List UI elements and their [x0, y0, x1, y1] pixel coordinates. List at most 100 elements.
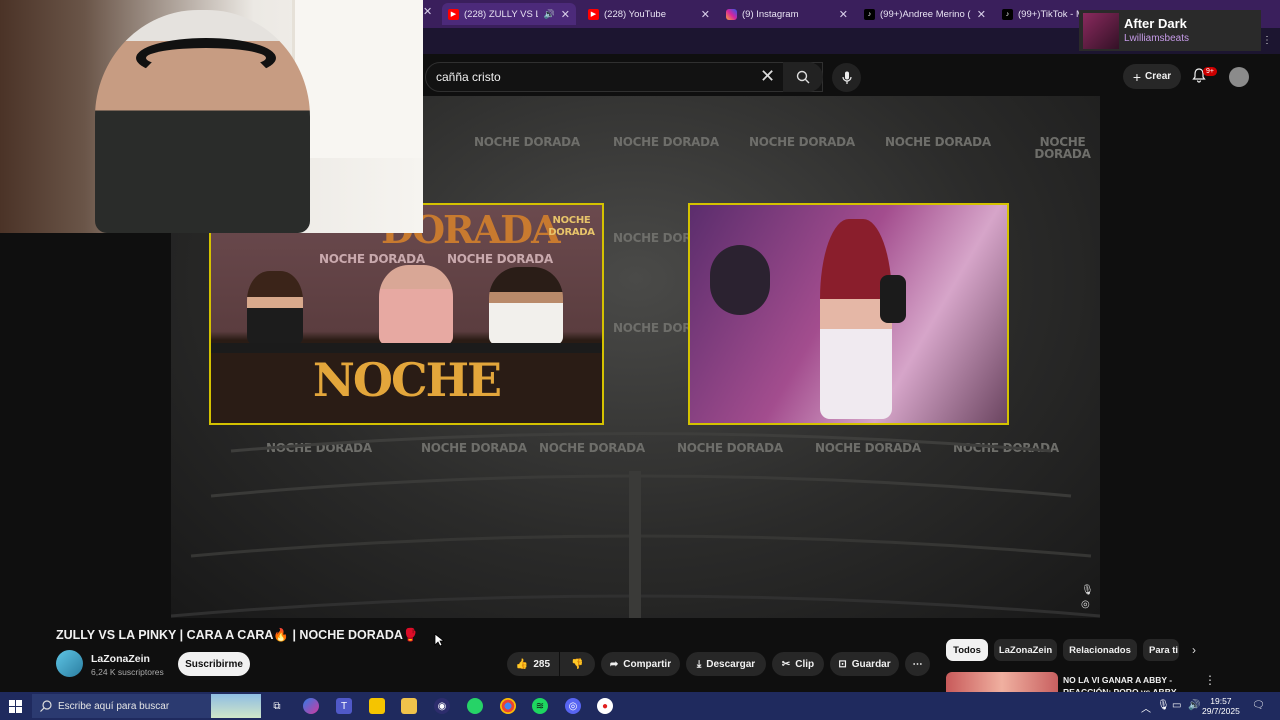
share-label: Compartir — [623, 658, 672, 670]
discord-icon[interactable]: ◎ — [565, 698, 581, 714]
search-button[interactable] — [783, 62, 823, 92]
tab-tiktok-mat[interactable]: ♪ (99+)TikTok - Mat — [996, 3, 1086, 25]
noche-dorada-logo: NOCHE DORADA — [548, 215, 595, 238]
search-placeholder: Escribe aquí para buscar — [58, 700, 170, 712]
download-button[interactable]: ⤓ Descargar — [686, 652, 766, 676]
notification-badge: 9+ — [1203, 67, 1217, 76]
youtube-icon: ▶ — [588, 8, 599, 20]
download-icon: ⤓ — [696, 658, 702, 670]
recommendation-thumbnail[interactable] — [946, 672, 1058, 692]
windows-start-icon[interactable] — [9, 700, 22, 713]
subscribe-button[interactable]: Suscribirme — [178, 652, 250, 676]
door — [292, 0, 423, 158]
tiktok-icon: ♪ — [1002, 8, 1013, 20]
audio-icon[interactable]: 🔊 — [544, 9, 555, 20]
microphone-icon — [841, 71, 852, 84]
tab-title: (99+)Andree Merino (@a — [880, 8, 971, 20]
save-label: Guardar — [851, 658, 891, 670]
tab-zully-vs-la-pinky[interactable]: ▶ (228) ZULLY VS LA PIN 🔊 ✕ — [442, 3, 576, 25]
task-view-icon[interactable]: ⧉ — [269, 698, 285, 714]
tab-title: (228) YouTube — [604, 8, 666, 20]
more-horizontal-icon: ⋯ — [912, 658, 923, 670]
recommendation-title[interactable]: NO LA VI GANAR A ABBY - REACCIÓN: PORO v… — [1063, 674, 1183, 694]
plus-icon: + — [1132, 68, 1142, 85]
chevron-right-icon[interactable]: › — [1192, 643, 1196, 657]
close-icon[interactable]: ✕ — [701, 8, 710, 21]
notifications-icon[interactable]: 🗨 — [1252, 700, 1265, 711]
plush-toy — [710, 245, 770, 315]
tab-title: (9) Instagram — [742, 8, 799, 20]
close-icon[interactable]: ✕ — [423, 5, 432, 18]
obs-icon[interactable]: ● — [597, 698, 613, 714]
create-label: Crear — [1145, 71, 1172, 82]
headphones — [136, 38, 276, 78]
scissors-icon: ✂ — [781, 658, 791, 670]
clock-time: 19:57 — [1210, 696, 1232, 706]
channel-name[interactable]: LaZonaZein — [91, 653, 150, 665]
track-title: After Dark — [1124, 16, 1187, 31]
like-button[interactable]: 👍 285 — [507, 652, 559, 676]
microphone-icon[interactable]: 🎙 — [1157, 700, 1170, 711]
account-avatar[interactable] — [1229, 67, 1249, 87]
chip-todos[interactable]: Todos — [946, 639, 988, 661]
person-center — [379, 265, 453, 345]
file-explorer-icon[interactable] — [401, 698, 417, 714]
tab-youtube[interactable]: ▶ (228) YouTube ✕ — [582, 3, 716, 25]
clip-label: Clip — [795, 658, 815, 670]
chip-relacionados[interactable]: Relacionados — [1063, 639, 1137, 661]
more-actions-button[interactable]: ⋯ — [905, 652, 930, 676]
search-query: cañña cristo — [436, 70, 501, 84]
clock-date: 29/7/2025 — [1202, 706, 1240, 716]
settings-icon[interactable]: ◎ — [1081, 598, 1094, 612]
sticky-notes-icon[interactable] — [369, 698, 385, 714]
spotify-icon[interactable]: ≋ — [532, 698, 548, 714]
microphone — [880, 275, 906, 323]
close-icon[interactable]: ✕ — [977, 8, 986, 21]
microphone-icon[interactable]: 🎙 — [1081, 584, 1094, 598]
tab-instagram[interactable]: (9) Instagram ✕ — [720, 3, 854, 25]
chevron-up-icon[interactable]: ︿ — [1141, 700, 1151, 715]
clip-button[interactable]: ✂ Clip — [772, 652, 824, 676]
share-icon: ➦ — [609, 658, 619, 670]
search-icon — [796, 70, 810, 84]
share-button[interactable]: ➦ Compartir — [601, 652, 680, 676]
mouse-cursor-icon — [434, 633, 444, 647]
save-button[interactable]: ⊡ Guardar — [830, 652, 899, 676]
tab-tiktok-andree[interactable]: ♪ (99+)Andree Merino (@a ✕ — [858, 3, 992, 25]
dislike-button[interactable]: 👎 — [560, 652, 595, 676]
app-icon[interactable]: ◉ — [434, 698, 450, 714]
tiktok-icon: ♪ — [864, 8, 875, 20]
thumbs-down-icon: 👎 — [571, 658, 584, 670]
person-right — [489, 267, 563, 345]
tab-title: (228) ZULLY VS LA PIN — [464, 8, 538, 20]
clock[interactable]: 19:57 29/7/2025 — [1202, 696, 1240, 716]
person-left — [247, 271, 303, 345]
download-label: Descargar — [706, 658, 756, 670]
xbox-icon[interactable] — [467, 698, 483, 714]
clear-search-icon[interactable]: ✕ — [760, 66, 775, 87]
close-icon[interactable]: ✕ — [561, 8, 570, 21]
spotify-now-playing: After Dark Lwilliamsbeats — [1079, 10, 1261, 51]
search-highlight-image — [211, 694, 261, 718]
youtube-icon: ▶ — [448, 8, 459, 20]
more-vertical-icon[interactable]: ⋮ — [1262, 35, 1272, 46]
chip-para-ti[interactable]: Para ti — [1143, 639, 1179, 661]
album-art — [1083, 13, 1119, 49]
copilot-icon[interactable] — [303, 698, 319, 714]
network-icon[interactable]: ▭ — [1172, 700, 1181, 711]
desk — [211, 343, 602, 353]
close-icon[interactable]: ✕ — [839, 8, 848, 21]
track-artist: Lwilliamsbeats — [1124, 33, 1190, 44]
video-panel-streamer — [688, 203, 1009, 425]
tab-title: (99+)TikTok - Mat — [1018, 8, 1080, 20]
create-button[interactable]: + Crear — [1123, 64, 1181, 89]
player-controls[interactable]: 🎙 ◎ — [1081, 584, 1094, 612]
channel-avatar[interactable] — [56, 650, 83, 677]
teams-icon[interactable]: T — [336, 698, 352, 714]
more-vertical-icon[interactable]: ⋮ — [1204, 673, 1216, 687]
volume-icon[interactable]: 🔊 — [1188, 700, 1200, 711]
chip-lazonazein[interactable]: LaZonaZein — [994, 639, 1057, 661]
chrome-icon[interactable] — [500, 698, 516, 714]
voice-search-button[interactable] — [832, 63, 861, 92]
subscriber-count: 6,24 K suscriptores — [91, 667, 164, 677]
